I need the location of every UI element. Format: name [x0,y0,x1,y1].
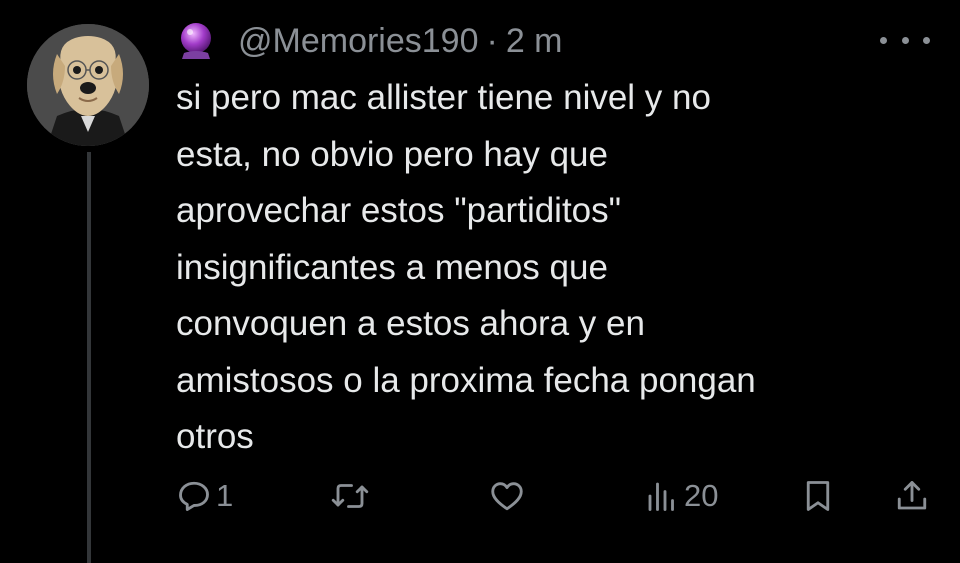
reply-count: 1 [216,478,234,513]
retweet-icon [330,478,370,514]
header-separator: · [486,21,498,60]
share-icon [894,478,930,514]
views-icon [644,478,680,514]
tweet-header: @Memories190 · 2 m [176,18,563,64]
tweet-text-line: insignificantes a menos que [176,247,608,287]
retweet-button[interactable] [330,472,374,520]
tweet-timestamp[interactable]: 2 m [506,22,563,61]
bookmark-button[interactable] [800,472,836,520]
tweet-text-line: esta, no obvio pero hay que [176,134,608,174]
views-button[interactable]: 20 [644,472,718,520]
heart-icon [488,478,526,514]
share-button[interactable] [894,472,930,520]
more-options-icon[interactable] [880,30,930,50]
tweet-text-line: convoquen a estos ahora y en [176,304,645,343]
crystal-ball-icon [176,21,216,61]
views-count: 20 [684,478,719,513]
tweet-text: si pero mac allister tiene nivel y no es… [176,70,936,466]
tweet-text-line: amistosos o la proxima fecha pongan [176,360,756,400]
tweet-text-line: aprovechar estos "partiditos" [176,191,622,230]
avatar[interactable] [27,24,149,146]
reply-button[interactable]: 1 [176,472,233,520]
tweet-text-line: otros [176,417,254,456]
reply-icon [176,478,212,514]
bookmark-icon [800,478,836,514]
tweet-text-line: si pero mac allister tiene nivel y no [176,78,711,117]
tweet-actions: 1 20 [0,472,960,520]
user-handle[interactable]: @Memories190 [238,22,479,61]
like-button[interactable] [488,472,530,520]
